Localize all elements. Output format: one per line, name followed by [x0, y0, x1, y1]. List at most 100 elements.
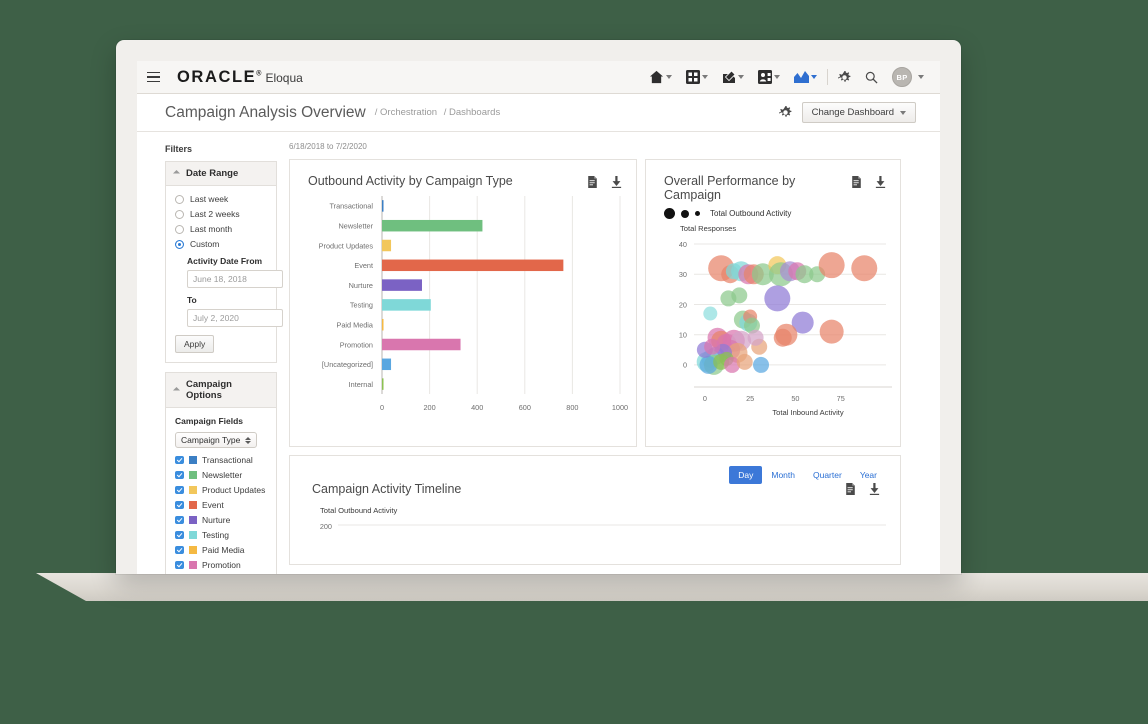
radio-button[interactable]: [175, 224, 184, 234]
date-range-panel: Date Range Last week Last 2 weeks Last mon…: [165, 161, 283, 363]
bubble[interactable]: [747, 329, 764, 346]
x-tick-label: 1000: [612, 403, 628, 412]
radio-button[interactable]: [175, 209, 184, 219]
bubble[interactable]: [851, 255, 878, 282]
checkbox[interactable]: [175, 515, 184, 525]
document-icon[interactable]: [851, 176, 862, 188]
campaign-type-label: Event: [202, 500, 224, 510]
campaign-options-heading: Campaign Options: [186, 379, 232, 401]
home-menu[interactable]: [642, 61, 679, 93]
x-axis-title: Total Inbound Activity: [772, 408, 844, 417]
bubble[interactable]: [731, 287, 748, 304]
color-swatch: [188, 470, 197, 480]
bubble[interactable]: [764, 285, 791, 312]
download-icon[interactable]: [611, 176, 622, 188]
y-axis-title: Total Responses: [680, 224, 736, 233]
user-menu[interactable]: BP: [885, 61, 931, 93]
campaign-options-panel-header[interactable]: Campaign Options: [166, 373, 276, 408]
campaign-type-legend-item-2[interactable]: Product Updates: [175, 485, 267, 495]
bar[interactable]: [382, 378, 384, 390]
breadcrumb-dashboards[interactable]: / Dashboards: [444, 107, 501, 118]
campaign-type-legend-item-3[interactable]: Event: [175, 500, 267, 510]
timeline-tab-month[interactable]: Month: [762, 466, 804, 484]
bubble[interactable]: [736, 353, 753, 370]
document-icon[interactable]: [845, 483, 856, 495]
checkbox[interactable]: [175, 530, 184, 540]
date-range-option-0[interactable]: Last week: [175, 194, 267, 204]
breadcrumb-orchestration[interactable]: / Orchestration: [375, 107, 437, 118]
bar[interactable]: [382, 219, 483, 232]
checkbox[interactable]: [175, 455, 184, 465]
bubble[interactable]: [773, 328, 792, 347]
bubble[interactable]: [819, 319, 844, 344]
charts-top-row: Outbound Activity by Campaign Type 0 200…: [289, 159, 940, 447]
x-tick-label: 25: [746, 394, 754, 403]
campaign-fields-value: Campaign Type: [181, 435, 241, 445]
date-range-option-label: Last month: [190, 224, 233, 234]
date-range-option-2[interactable]: Last month: [175, 224, 267, 234]
radio-button[interactable]: [175, 239, 184, 249]
browser-screen: ORACLE® Eloqua BP Campaign Analysis Over…: [137, 61, 940, 574]
gear-icon[interactable]: [778, 106, 792, 119]
y-tick-label: 20: [679, 300, 687, 309]
campaign-type-legend-item-4[interactable]: Nurture: [175, 515, 267, 525]
bar[interactable]: [382, 299, 431, 311]
chevron-down-icon: [666, 75, 672, 79]
change-dashboard-button[interactable]: Change Dashboard: [801, 102, 916, 123]
timeline-tab-day[interactable]: Day: [729, 466, 763, 484]
checkbox[interactable]: [175, 470, 184, 480]
apply-button[interactable]: Apply: [175, 335, 215, 353]
settings-button[interactable]: [831, 61, 858, 93]
analytics-menu[interactable]: [787, 61, 824, 93]
date-range-panel-header[interactable]: Date Range: [166, 162, 276, 186]
apps-menu[interactable]: [679, 61, 715, 93]
checkbox[interactable]: [175, 485, 184, 495]
chevron-down-icon: [900, 110, 906, 115]
hamburger-icon[interactable]: [147, 71, 173, 83]
campaign-type-legend-item-1[interactable]: Newsletter: [175, 470, 267, 480]
campaign-type-legend-item-6[interactable]: Paid Media: [175, 545, 267, 555]
bar[interactable]: [382, 259, 564, 272]
outbound-activity-bar-chart: 0 200 400 600 800 1000 Transactional Newsletter…: [319, 196, 628, 412]
download-icon[interactable]: [869, 483, 880, 495]
checkbox[interactable]: [175, 545, 184, 555]
activity-date-to-input[interactable]: [187, 309, 283, 327]
bar[interactable]: [382, 338, 461, 351]
activity-date-from-input[interactable]: [187, 270, 283, 288]
bar[interactable]: [382, 318, 384, 331]
campaign-type-legend-item-0[interactable]: Transactional: [175, 455, 267, 465]
bubble[interactable]: [704, 338, 721, 355]
contacts-menu[interactable]: [751, 61, 787, 93]
bubble[interactable]: [703, 306, 718, 321]
campaign-type-legend-item-5[interactable]: Testing: [175, 530, 267, 540]
campaign-type-legend-item-7[interactable]: Promotion: [175, 560, 267, 570]
document-icon[interactable]: [587, 176, 598, 188]
color-swatch: [188, 485, 197, 495]
campaign-activity-timeline-card: Day Month Quarter Year Campaign Activity Ti…: [289, 455, 901, 565]
edit-menu[interactable]: [715, 61, 751, 93]
bar[interactable]: [382, 200, 384, 212]
y-tick-label: Transactional: [329, 202, 373, 211]
checkbox[interactable]: [175, 500, 184, 510]
bar[interactable]: [382, 358, 392, 371]
download-icon[interactable]: [875, 176, 886, 188]
filters-sidebar: Filters Date Range Last week Last 2 weeks…: [137, 132, 283, 574]
bar[interactable]: [382, 239, 392, 252]
radio-button[interactable]: [175, 194, 184, 204]
bubble[interactable]: [818, 252, 845, 279]
bar[interactable]: [382, 279, 422, 291]
campaign-fields-select[interactable]: Campaign Type: [175, 432, 258, 448]
overall-performance-card-header: Overall Performance by Campaign: [646, 160, 900, 202]
activity-date-from-label: Activity Date From: [187, 256, 263, 266]
timeline-tab-year[interactable]: Year: [851, 466, 886, 484]
search-button[interactable]: [858, 61, 885, 93]
color-swatch: [188, 455, 197, 465]
dashboard-content: Filters Date Range Last week Last 2 weeks…: [137, 132, 940, 574]
bubble[interactable]: [753, 356, 770, 373]
oracle-top-bar: ORACLE® Eloqua BP: [137, 61, 940, 94]
date-range-option-3[interactable]: Custom: [175, 239, 267, 249]
timeline-tab-quarter[interactable]: Quarter: [804, 466, 851, 484]
checkbox[interactable]: [175, 560, 184, 570]
campaign-options-panel-body: Campaign Fields Campaign Type Transactio…: [166, 408, 276, 574]
date-range-option-1[interactable]: Last 2 weeks: [175, 209, 267, 219]
